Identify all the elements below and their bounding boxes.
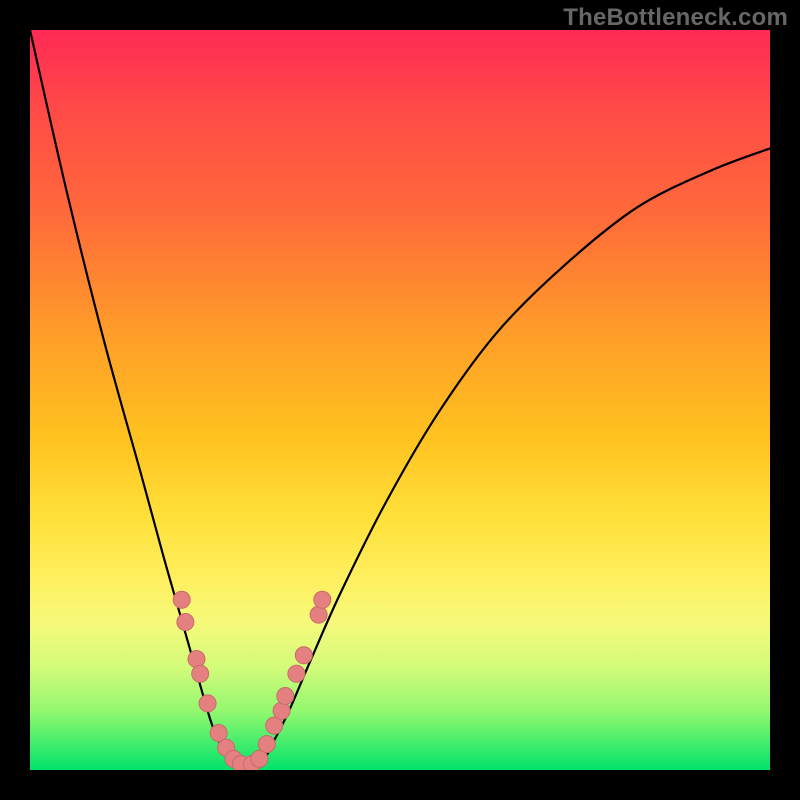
chart-svg bbox=[30, 30, 770, 770]
data-marker bbox=[310, 606, 327, 623]
data-marker bbox=[295, 647, 312, 664]
data-marker bbox=[273, 702, 290, 719]
data-marker bbox=[277, 688, 294, 705]
plot-area bbox=[30, 30, 770, 770]
data-marker bbox=[173, 591, 190, 608]
curve-left bbox=[30, 30, 237, 766]
data-marker bbox=[258, 736, 275, 753]
data-marker bbox=[266, 717, 283, 734]
data-marker bbox=[288, 665, 305, 682]
markers bbox=[173, 591, 331, 770]
chart-frame: TheBottleneck.com bbox=[0, 0, 800, 800]
data-marker bbox=[314, 591, 331, 608]
data-marker bbox=[244, 756, 261, 770]
data-marker bbox=[199, 695, 216, 712]
data-marker bbox=[225, 750, 242, 767]
watermark-text: TheBottleneck.com bbox=[563, 4, 788, 32]
data-marker bbox=[188, 651, 205, 668]
data-marker bbox=[232, 756, 249, 770]
data-marker bbox=[210, 725, 227, 742]
data-marker bbox=[177, 614, 194, 631]
data-marker bbox=[192, 665, 209, 682]
data-marker bbox=[218, 739, 235, 756]
data-marker bbox=[251, 750, 268, 767]
curve-right bbox=[259, 148, 770, 766]
